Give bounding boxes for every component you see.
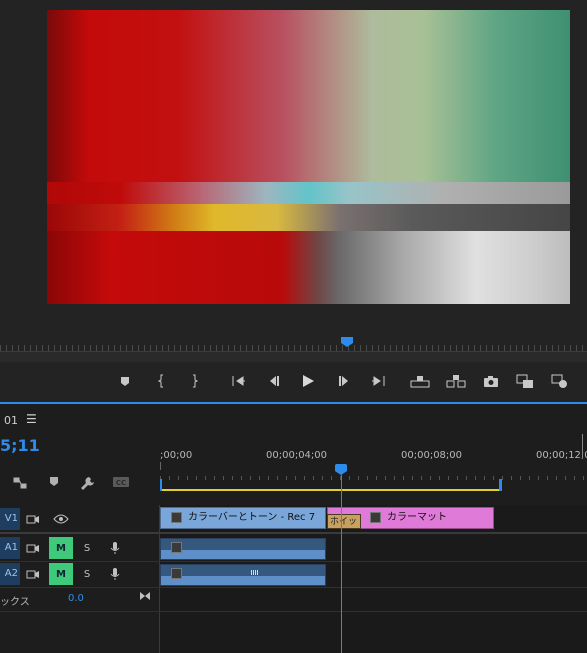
audio-waveform-mark (251, 570, 259, 575)
video-band-lower (47, 231, 570, 304)
go-to-out-button[interactable] (368, 372, 388, 390)
lift-icon (410, 376, 430, 388)
work-area-bar[interactable] (160, 489, 500, 491)
a2-sync-lock-icon[interactable] (23, 564, 43, 584)
audio-clip-a1-header (161, 539, 325, 550)
extract-button[interactable] (446, 372, 466, 390)
toggle-output-eye-icon[interactable] (51, 509, 71, 529)
add-marker-button[interactable] (115, 372, 135, 390)
add-marker-icon[interactable] (49, 476, 59, 491)
video-band-upper (47, 182, 570, 204)
ruler-label-0: ;00;00 (160, 450, 193, 461)
video-band-middle (47, 204, 570, 231)
clip-color-bars[interactable]: カラーバーとトーン - Rec 7 (160, 507, 326, 529)
play-icon (303, 375, 314, 387)
track-v1-label[interactable]: V1 (0, 508, 20, 530)
fx-badge-icon (171, 542, 182, 553)
fx-badge-icon (171, 511, 182, 523)
toggle-sync-lock-icon[interactable] (23, 509, 43, 529)
track-a2-label[interactable]: A2 (0, 563, 20, 585)
ruler-end-tick (582, 434, 583, 458)
step-back-icon (270, 376, 279, 386)
a1-a2-divider (0, 561, 587, 562)
a1-sync-lock-icon[interactable] (23, 538, 43, 558)
audio-clip-a1[interactable] (160, 538, 326, 560)
out-point-marker[interactable] (499, 479, 502, 491)
go-to-in-button[interactable] (229, 372, 249, 390)
mix-track-label: ックス (0, 597, 30, 608)
monitor-bottom-bar (0, 352, 587, 362)
a1-mute-button[interactable]: M (49, 537, 73, 559)
camera-icon (484, 375, 498, 387)
a1-voiceover-mic-icon[interactable] (105, 538, 125, 558)
time-ruler[interactable] (160, 445, 587, 493)
clip-color-matte-title: カラーマット (387, 512, 447, 523)
a2-voiceover-mic-icon[interactable] (105, 564, 125, 584)
ruler-major-tick (160, 462, 161, 470)
mark-in-button[interactable] (152, 372, 172, 390)
clip-color-bars-title: カラーバーとトーン - Rec 7 (188, 512, 316, 523)
lift-button[interactable] (410, 372, 430, 390)
compare-view-button[interactable] (515, 372, 535, 390)
extract-icon (446, 375, 466, 388)
playhead-timecode[interactable]: 5;11 (0, 436, 40, 455)
step-forward-icon (339, 376, 348, 386)
ruler-ticks (160, 476, 587, 480)
snap-icon[interactable] (12, 476, 28, 493)
mix-volume-value[interactable]: 0.0 (68, 593, 84, 604)
a2-solo-button[interactable]: S (77, 564, 97, 584)
transition-dip-to-white[interactable]: ホイッ (327, 514, 361, 529)
video-frame (47, 10, 570, 304)
a1-solo-button[interactable]: S (77, 538, 97, 558)
marker-icon (121, 376, 129, 386)
play-button[interactable] (298, 372, 318, 390)
ruler-label-12s: 00;00;12;0 (536, 450, 587, 461)
insert-icon (551, 374, 567, 388)
mark-out-icon (193, 374, 199, 388)
ruler-label-4s: 00;00;04;00 (266, 450, 328, 461)
go-to-out-icon (372, 376, 385, 386)
step-forward-button[interactable] (334, 372, 354, 390)
mix-go-to-icon[interactable] (139, 590, 151, 605)
export-frame-button[interactable] (481, 372, 501, 390)
in-point-marker[interactable] (160, 479, 162, 491)
a2-mix-divider (0, 587, 587, 588)
audio-clip-a2-header (161, 565, 325, 576)
video-audio-divider (0, 532, 587, 534)
fx-badge-icon (370, 511, 381, 523)
compare-icon (516, 374, 533, 388)
insert-overwrite-button[interactable] (550, 372, 570, 390)
sequence-tab[interactable]: 01 (4, 414, 18, 427)
wrench-icon[interactable] (80, 476, 94, 493)
mark-out-button[interactable] (184, 372, 204, 390)
ruler-label-8s: 00;00;08;00 (401, 450, 463, 461)
fx-badge-icon (171, 568, 182, 579)
step-back-button[interactable] (264, 372, 284, 390)
track-a1-label[interactable]: A1 (0, 537, 20, 559)
svg-text:CC: CC (116, 479, 126, 487)
go-to-in-icon (232, 376, 245, 386)
audio-clip-a2[interactable] (160, 564, 326, 586)
mix-bottom-divider (0, 611, 587, 612)
captions-icon[interactable]: CC (112, 476, 130, 491)
timeline-playhead-line (341, 475, 342, 653)
mark-in-icon (157, 374, 163, 388)
a2-mute-button[interactable]: M (49, 563, 73, 585)
panel-menu-icon[interactable]: ☰ (26, 412, 37, 426)
